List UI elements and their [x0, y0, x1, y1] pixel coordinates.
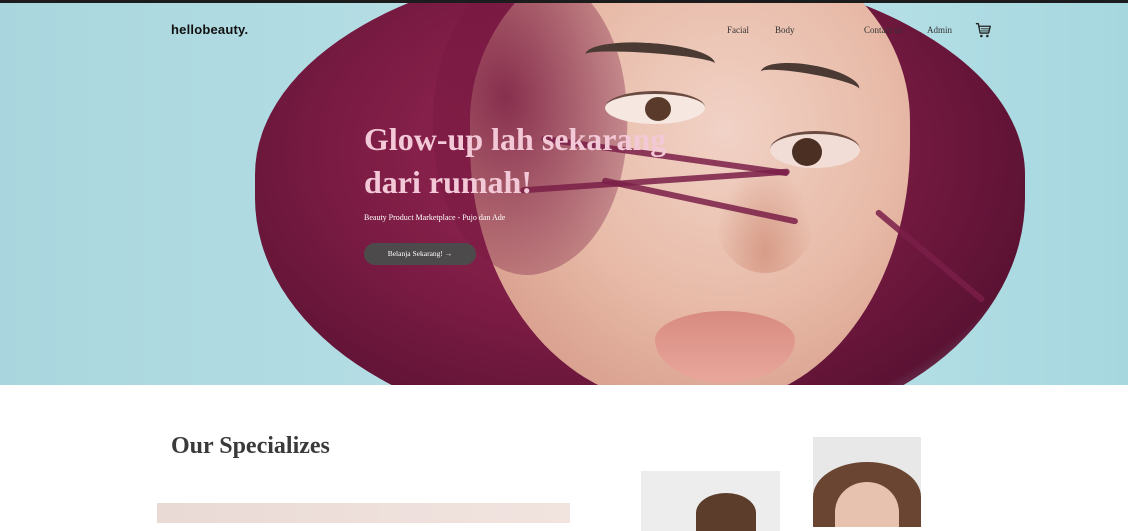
- specialize-card-image[interactable]: [641, 471, 780, 531]
- hero-title: Glow-up lah sekarang dari rumah!: [364, 118, 764, 204]
- brand-logo[interactable]: hellobeauty.: [171, 22, 248, 37]
- shop-now-button[interactable]: Belanja Sekarang! →: [364, 243, 476, 265]
- specializes-title: Our Specializes: [171, 433, 330, 459]
- hero-banner: hellobeauty. Facial Body Contact us Admi…: [0, 3, 1128, 385]
- card-portrait-hair: [696, 493, 756, 531]
- hero-subtitle: Beauty Product Marketplace - Pujo dan Ad…: [364, 213, 506, 222]
- portrait-eye-right: [770, 131, 860, 168]
- hero-title-line-1: Glow-up lah sekarang: [364, 121, 667, 157]
- nav-item-admin[interactable]: Admin: [927, 25, 952, 35]
- hero-title-line-2: dari rumah!: [364, 164, 532, 200]
- nav-item-facial[interactable]: Facial: [727, 25, 749, 35]
- cart-icon[interactable]: [975, 22, 992, 39]
- specialize-card-image[interactable]: [813, 437, 921, 527]
- specialize-card-image[interactable]: [157, 503, 570, 523]
- nav-item-body[interactable]: Body: [775, 25, 795, 35]
- nav-item-contact-us[interactable]: Contact us: [864, 25, 902, 35]
